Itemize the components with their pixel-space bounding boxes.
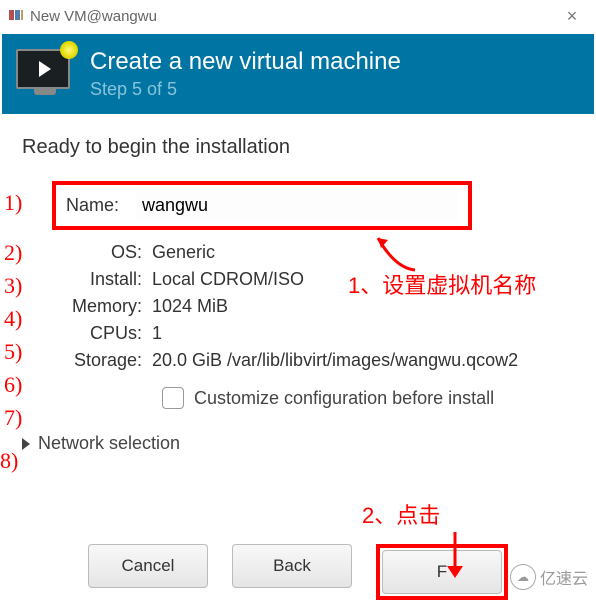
customize-label: Customize configuration before install <box>194 388 494 409</box>
window-icon <box>8 8 24 24</box>
name-label: Name: <box>66 195 136 216</box>
install-label: Install: <box>22 269 152 290</box>
back-button[interactable]: Back <box>232 544 352 588</box>
memory-value: 1024 MiB <box>152 296 228 317</box>
customize-row[interactable]: Customize configuration before install <box>162 387 574 409</box>
annotation-num-1: 1) <box>4 190 22 216</box>
storage-label: Storage: <box>22 350 152 371</box>
name-input[interactable] <box>136 191 458 220</box>
customize-checkbox[interactable] <box>162 387 184 409</box>
annotation-num-7: 7) <box>4 405 22 431</box>
os-label: OS: <box>22 242 152 263</box>
network-label: Network selection <box>38 433 180 454</box>
annotation-num-5: 5) <box>4 339 22 365</box>
storage-value: 20.0 GiB /var/lib/libvirt/images/wangwu.… <box>152 350 518 371</box>
banner-step: Step 5 of 5 <box>90 79 401 100</box>
annotation-num-4: 4) <box>4 306 22 332</box>
cpus-label: CPUs: <box>22 323 152 344</box>
cpus-value: 1 <box>152 323 162 344</box>
memory-label: Memory: <box>22 296 152 317</box>
network-expander[interactable]: Network selection <box>22 433 574 454</box>
window-title: New VM@wangwu <box>30 8 556 25</box>
vm-icon <box>16 49 74 99</box>
finish-button[interactable]: F <box>382 550 502 594</box>
name-row: Name: <box>52 181 472 230</box>
banner: Create a new virtual machine Step 5 of 5 <box>2 34 594 114</box>
os-value: Generic <box>152 242 215 263</box>
banner-title: Create a new virtual machine <box>90 48 401 76</box>
annotation-text-2: 2、点击 <box>362 498 440 530</box>
annotation-num-6: 6) <box>4 372 22 398</box>
annotation-num-2: 2) <box>4 240 22 266</box>
annotation-num-8: 8) <box>0 448 18 474</box>
cancel-button[interactable]: Cancel <box>88 544 208 588</box>
annotation-num-3: 3) <box>4 273 22 299</box>
titlebar: New VM@wangwu × <box>0 0 596 32</box>
close-icon[interactable]: × <box>556 6 588 27</box>
chevron-right-icon <box>22 438 30 450</box>
ready-heading: Ready to begin the installation <box>22 136 574 159</box>
annotation-text-1: 1、设置虚拟机名称 <box>348 268 536 300</box>
banner-text: Create a new virtual machine Step 5 of 5 <box>90 48 401 100</box>
install-value: Local CDROM/ISO <box>152 269 304 290</box>
button-bar: Cancel Back F <box>0 544 596 600</box>
